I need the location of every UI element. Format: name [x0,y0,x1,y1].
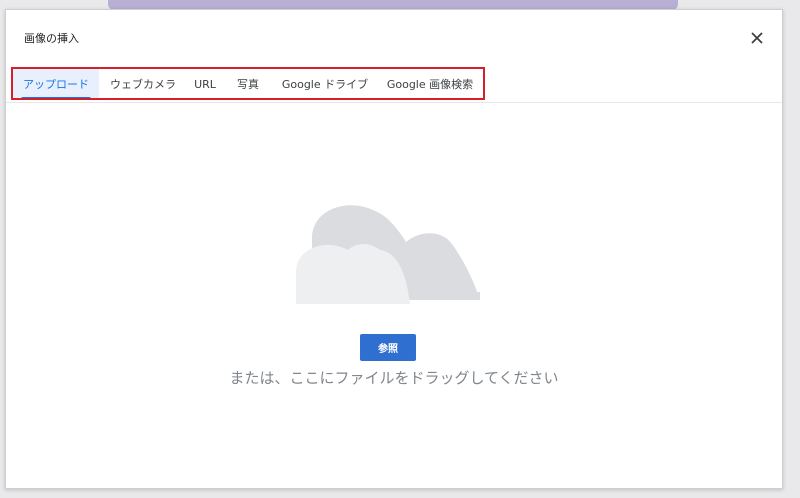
drop-hint-text: または、ここにファイルをドラッグしてください [229,369,559,387]
tab-google-image-search[interactable]: Google 画像検索 [380,69,480,100]
close-icon [751,32,763,44]
cloud-icon [296,205,480,304]
tab-url[interactable]: URL [189,69,221,100]
tab-bar: アップロード ウェブカメラ URL 写真 Google ドライブ Google … [6,67,782,103]
tab-webcam[interactable]: ウェブカメラ [105,69,181,100]
tab-google-drive[interactable]: Google ドライブ [278,69,372,100]
close-button[interactable] [748,29,766,47]
dialog-title: 画像の挿入 [24,32,79,45]
insert-image-dialog: 画像の挿入 アップロード ウェブカメラ URL 写真 Google ドライブ G… [5,9,783,489]
tab-upload[interactable]: アップロード [13,69,99,100]
browse-button[interactable]: 参照 [360,334,416,361]
tab-photos[interactable]: 写真 [232,69,264,100]
